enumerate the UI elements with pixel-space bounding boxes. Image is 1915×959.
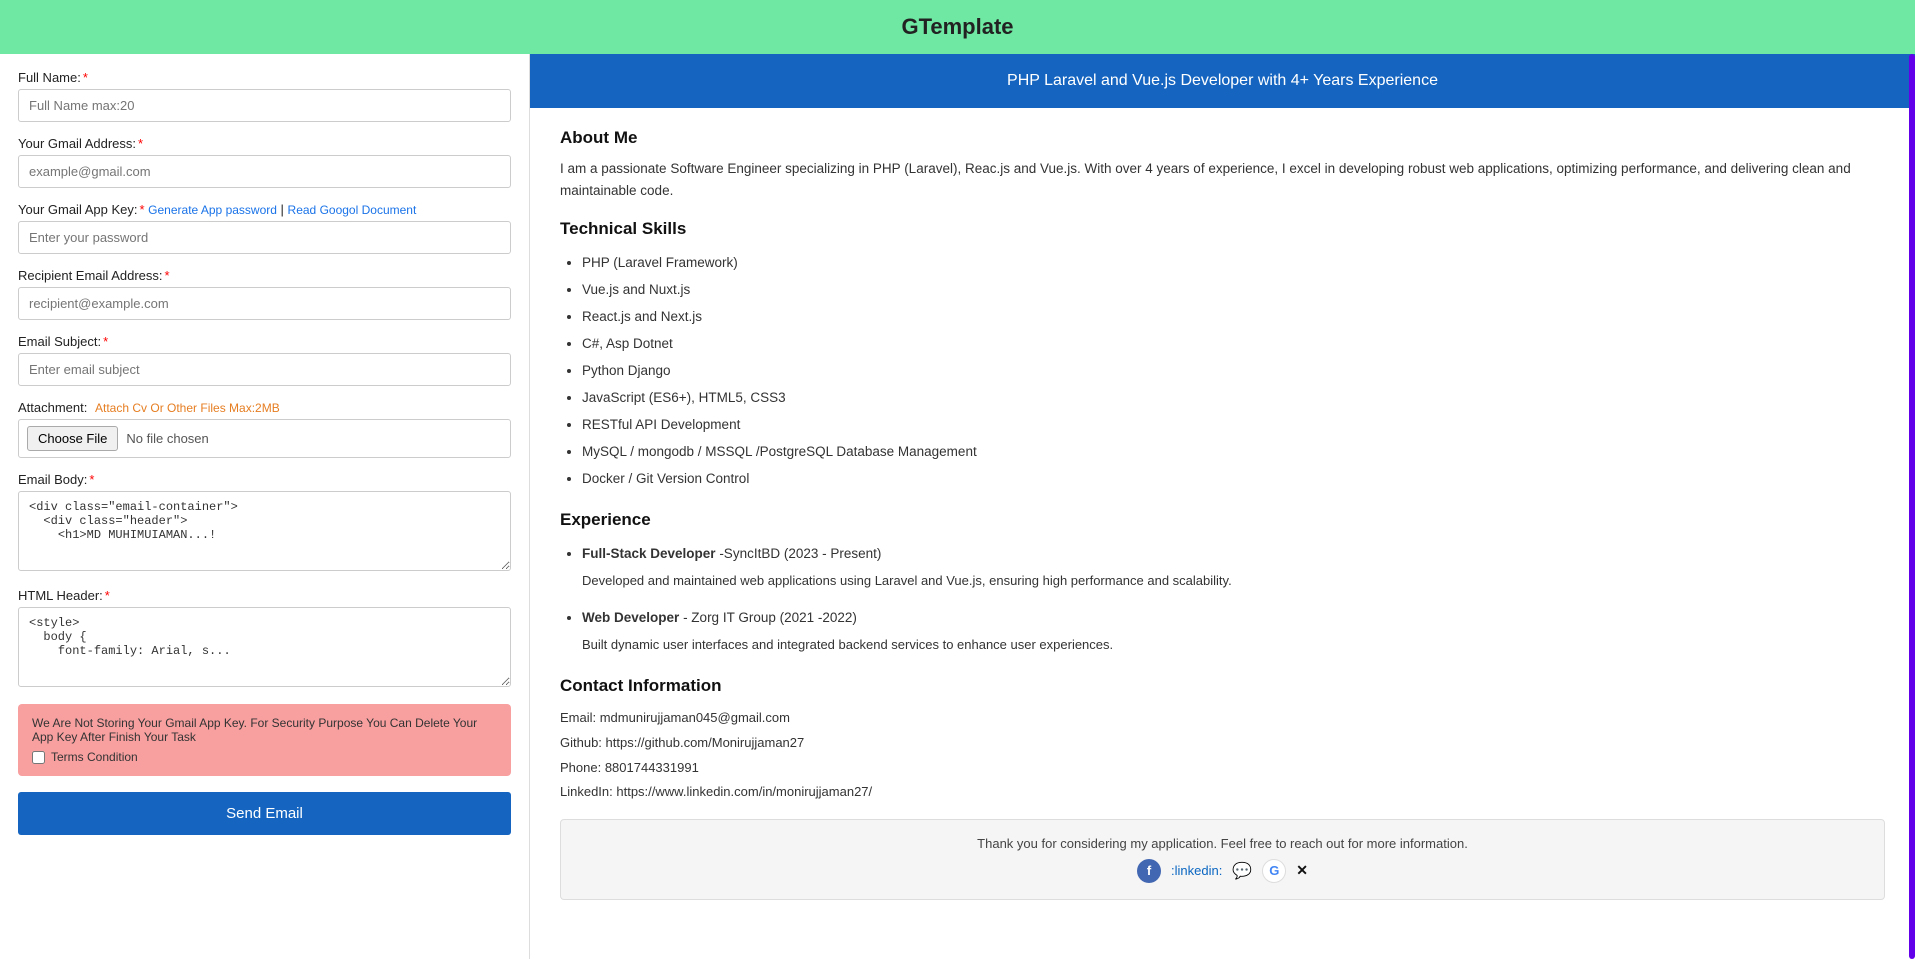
contact-line: LinkedIn: https://www.linkedin.com/in/mo… (560, 780, 1885, 805)
main-layout: Full Name:* Your Gmail Address:* Your Gm… (0, 54, 1915, 959)
recipient-email-label: Recipient Email Address:* (18, 268, 511, 283)
contact-line: Github: https://github.com/Monirujjaman2… (560, 731, 1885, 756)
x-icon: ✕ (1296, 862, 1308, 879)
contact-line: Email: mdmunirujjaman045@gmail.com (560, 706, 1885, 731)
experience-company: - Zorg IT Group (2021 -2022) (683, 610, 857, 625)
experience-list: Full-Stack Developer -SyncItBD (2023 - P… (560, 540, 1885, 658)
experience-item: Full-Stack Developer -SyncItBD (2023 - P… (560, 540, 1885, 594)
full-name-label: Full Name:* (18, 70, 511, 85)
linkedin-icon: :linkedin: (1171, 863, 1222, 878)
skill-item: JavaScript (ES6+), HTML5, CSS3 (582, 384, 1885, 411)
security-notice: We Are Not Storing Your Gmail App Key. F… (18, 704, 511, 776)
email-body-group: Email Body:* <div class="email-container… (18, 472, 511, 574)
experience-company: -SyncItBD (2023 - Present) (719, 546, 881, 561)
footer-text: Thank you for considering my application… (581, 836, 1864, 851)
experience-role: Full-Stack Developer (582, 546, 716, 561)
terms-checkbox[interactable] (32, 751, 45, 764)
google-icon: G (1262, 859, 1286, 883)
app-key-input[interactable] (18, 221, 511, 254)
email-subject-label: Email Subject:* (18, 334, 511, 349)
skill-item: Vue.js and Nuxt.js (582, 276, 1885, 303)
contact-title: Contact Information (560, 676, 1885, 696)
app-key-label: Your Gmail App Key:* Generate App passwo… (18, 202, 511, 217)
file-input-wrapper: Choose File No file chosen (18, 419, 511, 458)
skill-item: Docker / Git Version Control (582, 465, 1885, 492)
html-header-group: HTML Header:* <style> body { font-family… (18, 588, 511, 690)
resume-content: About Me I am a passionate Software Engi… (530, 108, 1915, 930)
attachment-group: Attachment: Attach Cv Or Other Files Max… (18, 400, 511, 458)
resume-blue-bar: PHP Laravel and Vue.js Developer with 4+… (530, 54, 1915, 108)
choose-file-button[interactable]: Choose File (27, 426, 118, 451)
terms-label[interactable]: Terms Condition (51, 750, 138, 764)
facebook-icon: f (1137, 859, 1161, 883)
terms-row: Terms Condition (32, 750, 497, 764)
left-panel: Full Name:* Your Gmail Address:* Your Gm… (0, 54, 530, 959)
email-body-textarea[interactable]: <div class="email-container"> <div class… (18, 491, 511, 571)
skill-item: C#, Asp Dotnet (582, 330, 1885, 357)
html-header-textarea[interactable]: <style> body { font-family: Arial, s... (18, 607, 511, 687)
full-name-input[interactable] (18, 89, 511, 122)
file-no-file-label: No file chosen (126, 431, 208, 446)
chat-icon: 💬 (1232, 861, 1252, 881)
email-body-label: Email Body:* (18, 472, 511, 487)
recipient-email-group: Recipient Email Address:* (18, 268, 511, 320)
email-subject-group: Email Subject:* (18, 334, 511, 386)
gmail-address-label: Your Gmail Address:* (18, 136, 511, 151)
skill-item: React.js and Next.js (582, 303, 1885, 330)
contact-line: Phone: 8801744331991 (560, 756, 1885, 781)
resume-footer: Thank you for considering my application… (560, 819, 1885, 900)
generate-app-password-link[interactable]: Generate App password (148, 203, 277, 217)
html-header-label: HTML Header:* (18, 588, 511, 603)
experience-item: Web Developer - Zorg IT Group (2021 -202… (560, 604, 1885, 658)
attachment-hint: Attach Cv Or Other Files Max:2MB (95, 401, 280, 415)
experience-role: Web Developer (582, 610, 679, 625)
right-panel: PHP Laravel and Vue.js Developer with 4+… (530, 54, 1915, 959)
read-googol-link[interactable]: Read Googol Document (288, 203, 417, 217)
contact-lines: Email: mdmunirujjaman045@gmail.comGithub… (560, 706, 1885, 805)
send-email-button[interactable]: Send Email (18, 792, 511, 835)
app-header: GTemplate (0, 0, 1915, 54)
attachment-label: Attachment: Attach Cv Or Other Files Max… (18, 400, 511, 415)
about-me-text: I am a passionate Software Engineer spec… (560, 158, 1885, 201)
footer-icons: f :linkedin: 💬 G ✕ (581, 859, 1864, 883)
app-key-group: Your Gmail App Key:* Generate App passwo… (18, 202, 511, 254)
full-name-group: Full Name:* (18, 70, 511, 122)
skill-item: Python Django (582, 357, 1885, 384)
skills-list: PHP (Laravel Framework)Vue.js and Nuxt.j… (560, 249, 1885, 492)
skill-item: RESTful API Development (582, 411, 1885, 438)
technical-skills-title: Technical Skills (560, 219, 1885, 239)
email-subject-input[interactable] (18, 353, 511, 386)
gmail-address-input[interactable] (18, 155, 511, 188)
app-title: GTemplate (901, 14, 1013, 39)
skill-item: PHP (Laravel Framework) (582, 249, 1885, 276)
experience-desc: Built dynamic user interfaces and integr… (582, 637, 1113, 652)
experience-title: Experience (560, 510, 1885, 530)
recipient-email-input[interactable] (18, 287, 511, 320)
gmail-address-group: Your Gmail Address:* (18, 136, 511, 188)
about-me-title: About Me (560, 128, 1885, 148)
skill-item: MySQL / mongodb / MSSQL /PostgreSQL Data… (582, 438, 1885, 465)
experience-desc: Developed and maintained web application… (582, 573, 1232, 588)
